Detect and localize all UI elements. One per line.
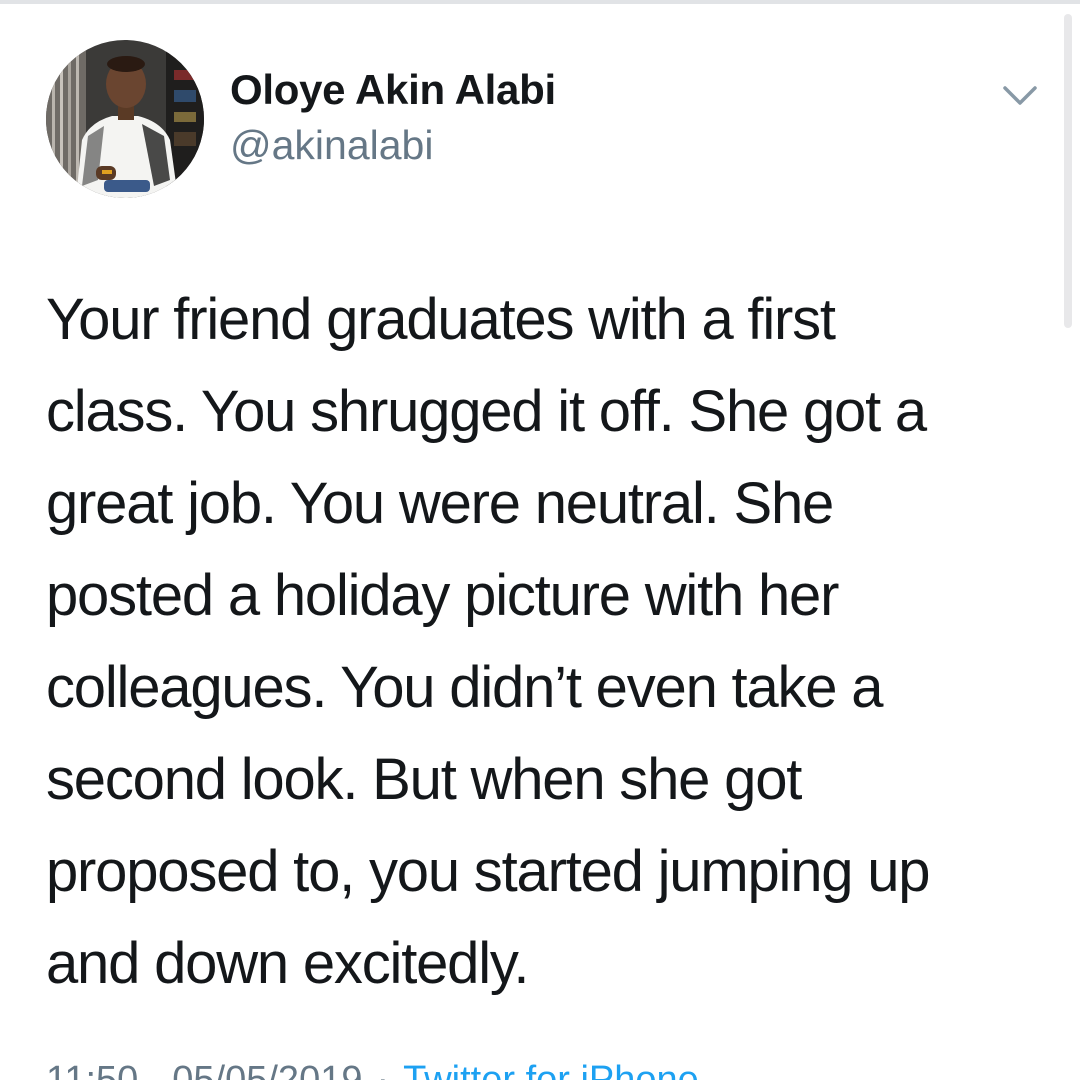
tweet-meta: 11:50 05/05/2019 · Twitter for iPhone <box>46 1056 699 1080</box>
avatar-photo-icon <box>46 40 204 198</box>
tweet-card: Oloye Akin Alabi @akinalabi Your friend … <box>0 0 1080 1080</box>
author-avatar[interactable] <box>46 40 204 198</box>
meta-separator: · <box>376 1059 390 1080</box>
chevron-down-icon <box>1003 86 1037 105</box>
tweet-menu-button[interactable] <box>1000 76 1040 116</box>
tweet-time[interactable]: 11:50 <box>46 1059 138 1080</box>
tweet-source-link[interactable]: Twitter for iPhone <box>403 1059 699 1080</box>
tweet-text: Your friend graduates with a first class… <box>46 287 931 996</box>
author-display-name[interactable]: Oloye Akin Alabi <box>230 64 556 116</box>
author-handle[interactable]: @akinalabi <box>230 120 433 170</box>
tweet-date[interactable]: 05/05/2019 <box>172 1059 362 1080</box>
